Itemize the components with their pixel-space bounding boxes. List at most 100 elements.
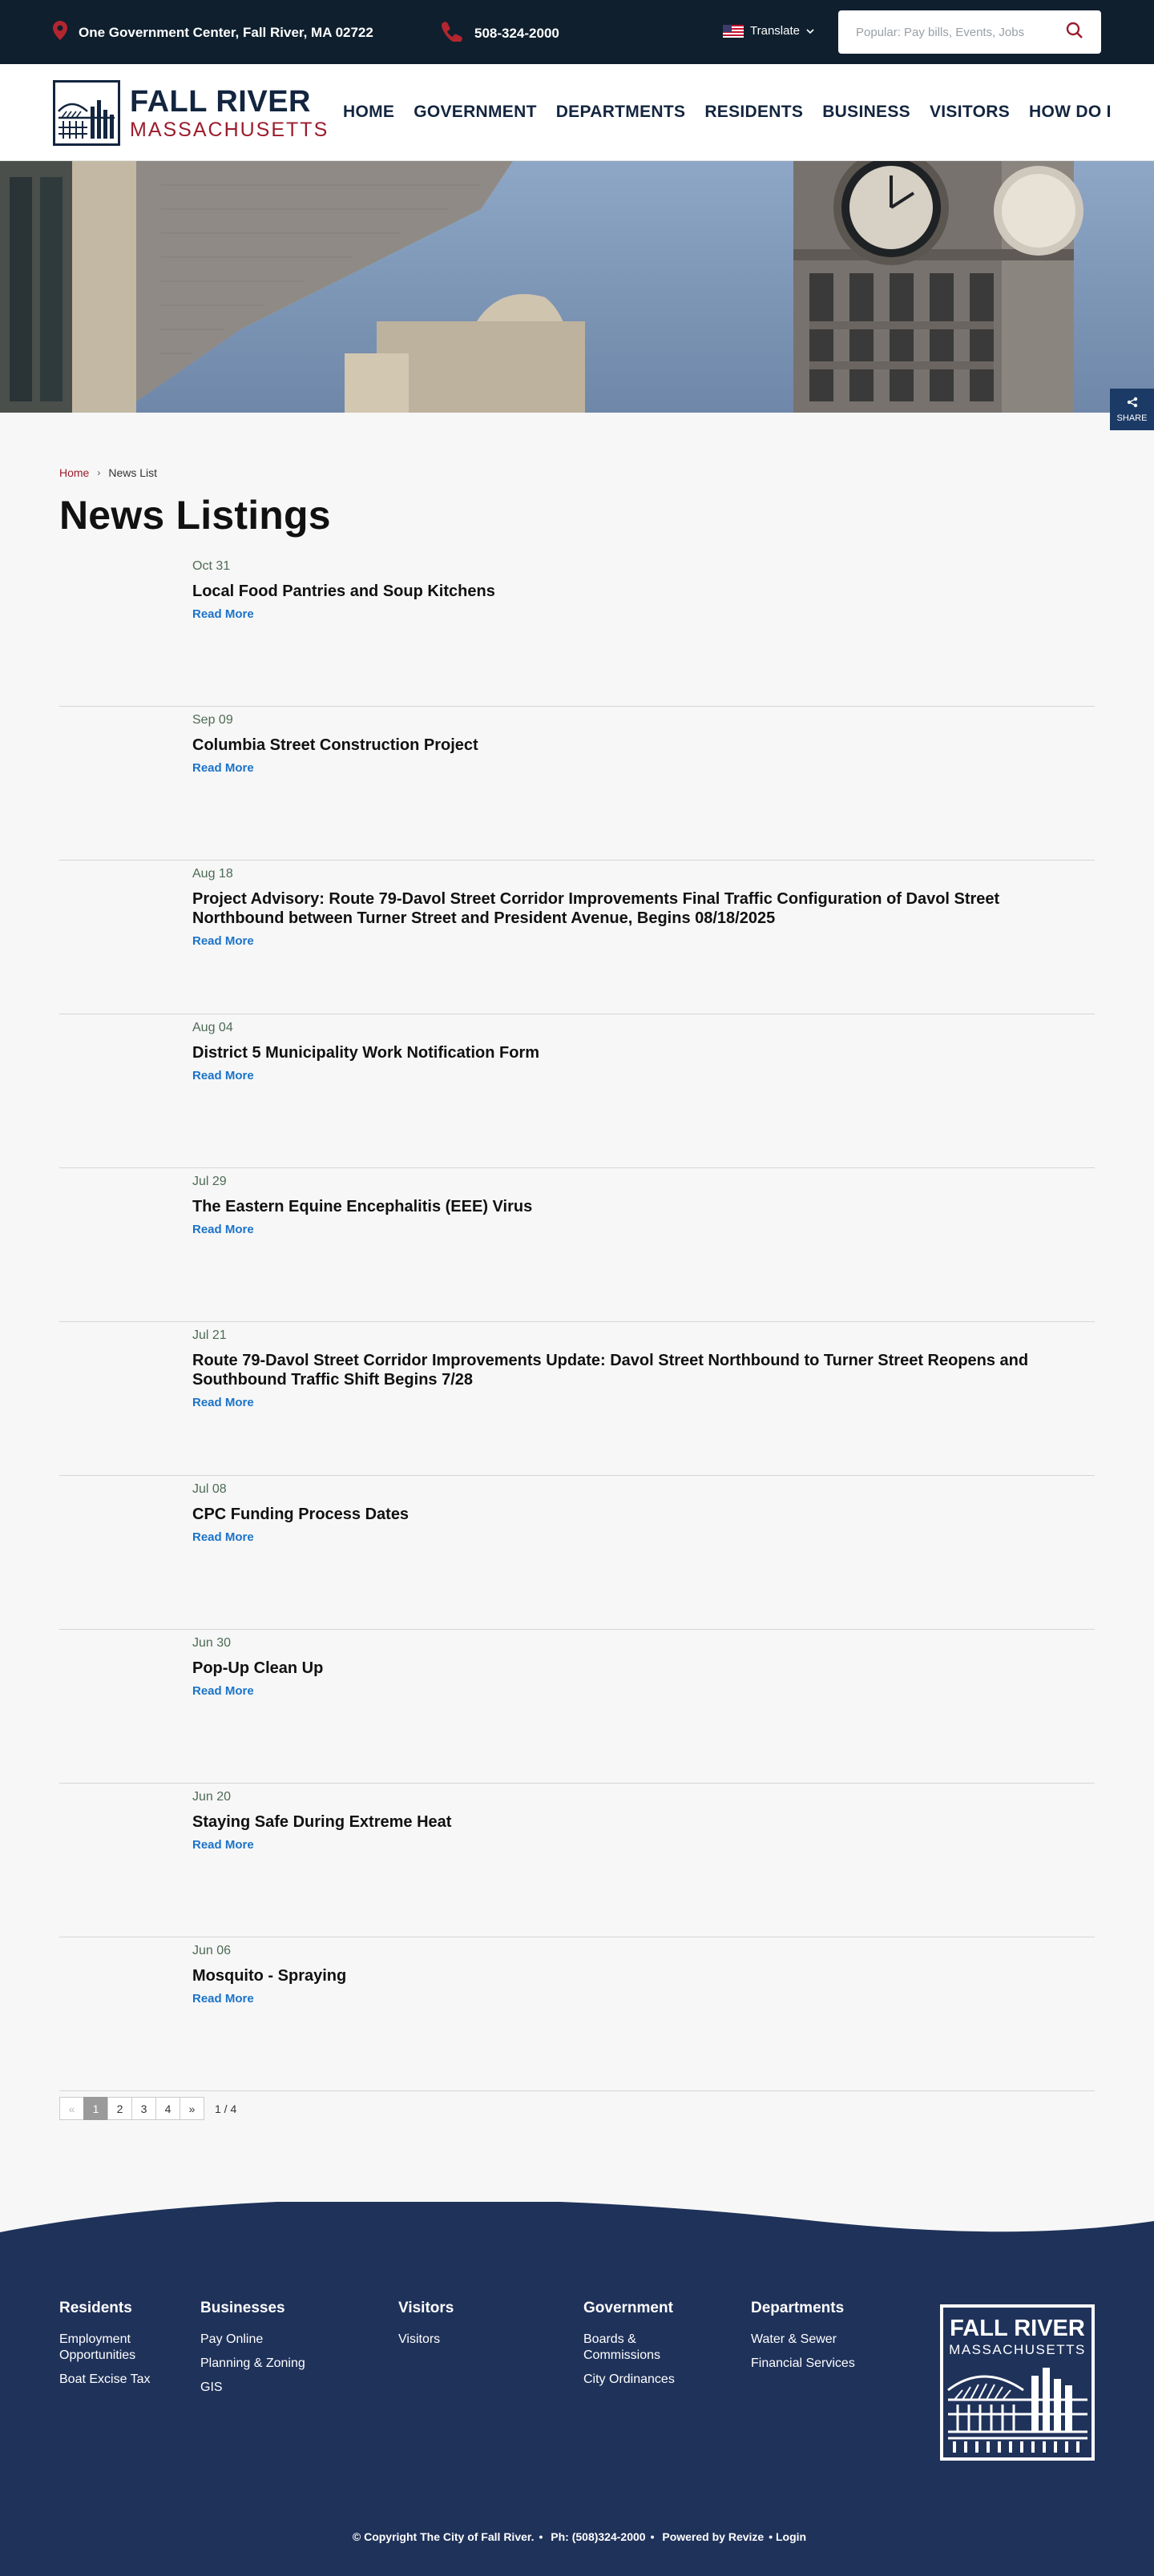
read-more-link[interactable]: Read More xyxy=(192,1396,254,1409)
news-date: Sep 09 xyxy=(192,713,233,727)
nav-departments[interactable]: DEPARTMENTS xyxy=(556,103,686,122)
news-title[interactable]: The Eastern Equine Encephalitis (EEE) Vi… xyxy=(192,1197,1090,1216)
top-bar: One Government Center, Fall River, MA 02… xyxy=(0,0,1154,64)
next-page-button[interactable]: » xyxy=(180,2097,204,2120)
read-more-link[interactable]: Read More xyxy=(192,934,254,948)
logo-mark xyxy=(53,80,120,146)
news-item: Jun 06 Mosquito - Spraying Read More xyxy=(59,1937,1095,2091)
news-title[interactable]: Local Food Pantries and Soup Kitchens xyxy=(192,582,1090,601)
phone-text: 508-324-2000 xyxy=(474,25,559,41)
footer-link[interactable]: Pay Online xyxy=(200,2332,305,2348)
footer-link[interactable]: GIS xyxy=(200,2380,305,2396)
page-3-button[interactable]: 3 xyxy=(131,2097,156,2120)
phone-icon xyxy=(439,21,463,46)
news-title[interactable]: District 5 Municipality Work Notificatio… xyxy=(192,1043,1090,1062)
read-more-link[interactable]: Read More xyxy=(192,1838,254,1852)
footer-link[interactable]: Boards & Commissions xyxy=(583,2332,688,2364)
news-date: Oct 31 xyxy=(192,559,231,573)
site-logo[interactable]: FALL RIVER MASSACHUSETTS xyxy=(53,80,329,146)
page-2-button[interactable]: 2 xyxy=(107,2097,132,2120)
footer-col-residents: Residents Employment Opportunities Boat … xyxy=(59,2300,180,2396)
translate-dropdown[interactable]: Translate xyxy=(723,24,814,38)
news-date: Aug 18 xyxy=(192,867,233,881)
news-title[interactable]: Staying Safe During Extreme Heat xyxy=(192,1812,1090,1832)
us-flag-icon xyxy=(723,24,744,38)
footer-link[interactable]: Boat Excise Tax xyxy=(59,2372,180,2388)
footer-logo-title: FALL RIVER xyxy=(950,2316,1085,2341)
pagination: « 1 2 3 4 » 1 / 4 xyxy=(59,2097,236,2120)
footer-phone: Ph: (508)324-2000 xyxy=(551,2530,646,2543)
logo-title: FALL RIVER xyxy=(130,84,311,119)
news-date: Jul 29 xyxy=(192,1175,227,1188)
logo-subtitle: MASSACHUSETTS xyxy=(130,118,329,141)
search-box xyxy=(838,10,1101,54)
read-more-link[interactable]: Read More xyxy=(192,1069,254,1082)
news-item: Jul 21 Route 79-Davol Street Corridor Im… xyxy=(59,1322,1095,1476)
address[interactable]: One Government Center, Fall River, MA 02… xyxy=(53,21,373,44)
page-title: News Listings xyxy=(59,493,331,538)
address-text: One Government Center, Fall River, MA 02… xyxy=(79,24,373,40)
footer-heading: Departments xyxy=(751,2300,845,2316)
news-title[interactable]: Mosquito - Spraying xyxy=(192,1966,1090,1985)
copyright-text: © Copyright The City of Fall River. xyxy=(352,2530,535,2543)
hero-image xyxy=(0,161,1154,413)
footer-logo-subtitle: MASSACHUSETTS xyxy=(949,2342,1086,2357)
search-icon[interactable] xyxy=(1066,22,1083,43)
nav-business[interactable]: BUSINESS xyxy=(822,103,910,122)
footer-col-businesses: Businesses Pay Online Planning & Zoning … xyxy=(200,2300,305,2404)
login-link[interactable]: Login xyxy=(776,2530,806,2543)
share-button[interactable]: SHARE xyxy=(1110,389,1154,430)
news-item: Jul 08 CPC Funding Process Dates Read Mo… xyxy=(59,1476,1095,1630)
nav-home[interactable]: HOME xyxy=(343,103,394,122)
news-title[interactable]: CPC Funding Process Dates xyxy=(192,1505,1090,1524)
footer-logo[interactable]: FALL RIVER MASSACHUSETTS xyxy=(940,2304,1095,2461)
news-title[interactable]: Project Advisory: Route 79-Davol Street … xyxy=(192,889,1090,928)
page-count: 1 / 4 xyxy=(215,2102,237,2115)
news-title[interactable]: Pop-Up Clean Up xyxy=(192,1659,1090,1678)
share-icon xyxy=(1127,397,1138,410)
search-input[interactable] xyxy=(856,25,1056,39)
read-more-link[interactable]: Read More xyxy=(192,1223,254,1236)
footer-link[interactable]: City Ordinances xyxy=(583,2372,688,2388)
read-more-link[interactable]: Read More xyxy=(192,1530,254,1544)
footer-link[interactable]: Employment Opportunities xyxy=(59,2332,180,2364)
nav-residents[interactable]: RESIDENTS xyxy=(704,103,803,122)
map-pin-icon xyxy=(53,21,67,44)
nav-how-do-i[interactable]: HOW DO I xyxy=(1029,103,1112,122)
powered-by[interactable]: Powered by Revize xyxy=(662,2530,764,2543)
news-item: Jun 30 Pop-Up Clean Up Read More xyxy=(59,1630,1095,1784)
read-more-link[interactable]: Read More xyxy=(192,761,254,775)
read-more-link[interactable]: Read More xyxy=(192,607,254,621)
footer-link[interactable]: Visitors xyxy=(398,2332,454,2348)
news-date: Jun 20 xyxy=(192,1790,232,1804)
news-item: Jun 20 Staying Safe During Extreme Heat … xyxy=(59,1784,1095,1937)
footer-col-visitors: Visitors Visitors xyxy=(398,2300,454,2356)
news-date: Jul 21 xyxy=(192,1328,227,1342)
footer-heading: Residents xyxy=(59,2300,132,2316)
news-item: Aug 18 Project Advisory: Route 79-Davol … xyxy=(59,861,1095,1014)
page-1-button[interactable]: 1 xyxy=(83,2097,108,2120)
news-title[interactable]: Columbia Street Construction Project xyxy=(192,736,1090,755)
news-date: Jun 06 xyxy=(192,1944,232,1957)
news-date: Jun 30 xyxy=(192,1636,232,1650)
footer-link[interactable]: Financial Services xyxy=(751,2356,855,2372)
footer-link[interactable]: Planning & Zoning xyxy=(200,2356,305,2372)
site-header: FALL RIVER MASSACHUSETTS HOME GOVERNMENT… xyxy=(0,64,1154,161)
translate-label: Translate xyxy=(750,24,800,38)
page-4-button[interactable]: 4 xyxy=(155,2097,180,2120)
nav-visitors[interactable]: VISITORS xyxy=(930,103,1010,122)
news-item: Sep 09 Columbia Street Construction Proj… xyxy=(59,707,1095,861)
news-item: Aug 04 District 5 Municipality Work Noti… xyxy=(59,1014,1095,1168)
read-more-link[interactable]: Read More xyxy=(192,1684,254,1698)
read-more-link[interactable]: Read More xyxy=(192,1992,254,2006)
footer-heading: Government xyxy=(583,2300,673,2316)
footer-heading: Visitors xyxy=(398,2300,454,2316)
breadcrumb: Home › News List xyxy=(59,466,157,479)
breadcrumb-home[interactable]: Home xyxy=(59,466,89,479)
nav-government[interactable]: GOVERNMENT xyxy=(414,103,537,122)
prev-page-button[interactable]: « xyxy=(59,2097,84,2120)
footer-link[interactable]: Water & Sewer xyxy=(751,2332,855,2348)
share-label: SHARE xyxy=(1116,413,1148,423)
phone[interactable]: 508-324-2000 xyxy=(439,21,559,46)
news-title[interactable]: Route 79-Davol Street Corridor Improveme… xyxy=(192,1351,1090,1389)
